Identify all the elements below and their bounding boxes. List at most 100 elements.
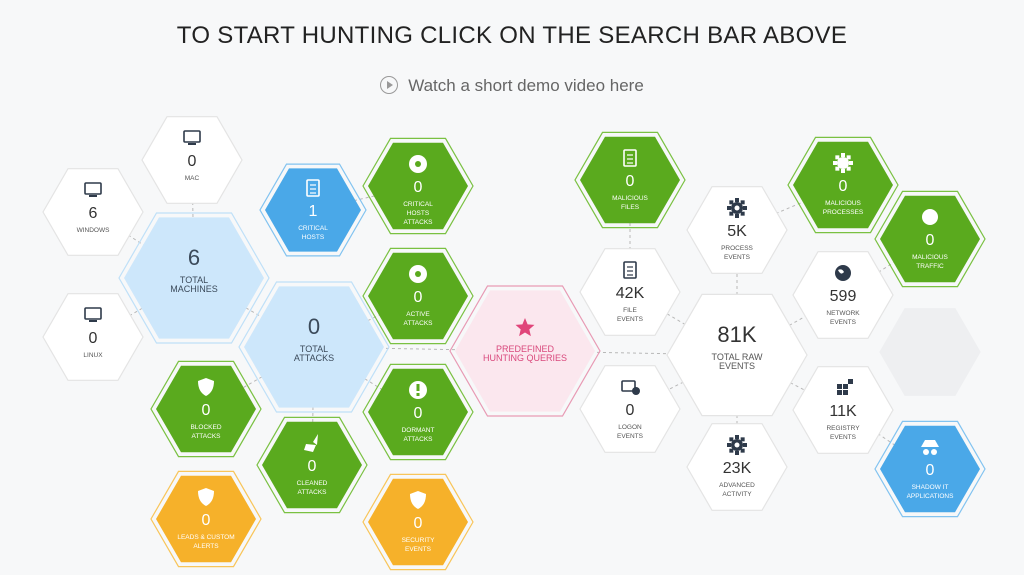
hex-value: 0 [839,178,848,195]
hex-value: 0 [626,173,635,190]
hex-label: NETWORK [826,310,860,317]
hex-value: 6 [89,205,98,222]
globe-icon [922,209,938,225]
hex-value: 0 [414,179,423,196]
hex-value: 6 [188,245,200,270]
hex-value: 0 [926,462,935,479]
hex-value: 0 [202,512,211,529]
hex-label: TRAFFIC [916,263,944,270]
hex-value: 0 [89,330,98,347]
hex-shadow-it[interactable]: 0 SHADOW IT APPLICATIONS [874,420,986,518]
hex-cleaned-attacks[interactable]: 0 CLEANED ATTACKS [256,416,368,514]
hex-label: PROCESS [721,245,753,252]
hex-label: FILES [621,204,640,211]
hex-value: 11K [829,403,857,420]
hex-label: FILE [623,307,637,314]
alert-icon [409,381,427,399]
hex-label: HUNTING QUERIES [483,353,567,363]
hex-label: SHADOW IT [912,484,949,491]
hex-process-events[interactable]: 5K PROCESS EVENTS [686,186,788,274]
hex-label: PROCESSES [823,209,864,216]
hex-malicious-processes[interactable]: 0 MALICIOUS PROCESSES [787,136,899,234]
hex-label: ALERTS [193,543,219,550]
hex-malicious-files[interactable]: 0 MALICIOUS FILES [574,131,686,229]
hex-label: REGISTRY [826,425,860,432]
hex-linux[interactable]: 0 LINUX [42,293,144,381]
hex-label: SECURITY [402,537,436,544]
hex-value: 0 [414,515,423,532]
hex-predefined-queries[interactable]: PREDEFINEDHUNTING QUERIES [449,285,601,417]
hex-blocked-attacks[interactable]: 0 BLOCKED ATTACKS [150,360,262,458]
hex-mac[interactable]: 0 MAC [141,116,243,204]
hex-label: EVENTS [719,361,755,371]
hex-value: 23K [723,460,752,477]
hex-label: ATTACKS [403,219,433,226]
hex-value: 0 [926,232,935,249]
globe-icon [835,265,851,281]
hex-label: EVENTS [617,316,644,323]
hex-value: 0 [202,402,211,419]
hex-advanced-activity[interactable]: 23K ADVANCED ACTIVITY [686,423,788,511]
hex-value: 0 [414,289,423,306]
hex-label: MALICIOUS [912,254,948,261]
hex-label: LOGON [618,424,642,431]
hex-network-events[interactable]: 599 NETWORK EVENTS [792,251,894,339]
hex-label: ACTIVITY [722,491,752,498]
hex-label: MALICIOUS [825,200,861,207]
hex-critical-hosts-attacks[interactable]: 0 CRITICAL HOSTS ATTACKS [362,137,474,235]
hex-label: ATTACKS [294,353,334,363]
hex-dormant-attacks[interactable]: 0 DORMANT ATTACKS [362,363,474,461]
hex-value: 0 [188,153,197,170]
hex-label: ATTACKS [403,436,433,443]
hex-label: CRITICAL [298,225,328,232]
hex-file-events[interactable]: 42K FILE EVENTS [579,248,681,336]
hex-label: EVENTS [617,433,644,440]
hex-label: HOSTS [407,210,430,217]
hex-active-attacks[interactable]: 0 ACTIVE ATTACKS [362,247,474,345]
hex-critical-hosts[interactable]: 1 CRITICAL HOSTS [259,163,367,257]
hex-label: CRITICAL [403,201,433,208]
hex-leads-custom-alerts[interactable]: 0 LEADS & CUSTOM ALERTS [150,470,262,568]
hex-value: 0 [626,402,635,419]
hex-value: 42K [616,285,645,302]
hex-label: APPLICATIONS [907,493,955,500]
hex-security-events[interactable]: 0 SECURITY EVENTS [362,473,474,571]
hex-nodes: 0 MAC 6 WINDOWS 0 LINUX 6TOTALMACHINES 1 CRITICA… [42,116,986,571]
hex-label: EVENTS [724,254,751,261]
hex-label: MAC [185,175,200,182]
hex-label: ATTACKS [403,320,433,327]
hex-value: 1 [309,203,318,220]
hex-label: ADVANCED [719,482,755,489]
hex-label: LINUX [83,352,103,359]
hex-label: EVENTS [830,319,857,326]
hex-label: BLOCKED [190,424,221,431]
gear-icon [833,153,853,173]
hex-label: HOSTS [302,234,325,241]
hex-label: ATTACKS [297,489,327,496]
hex-label: MALICIOUS [612,195,648,202]
hex-value: 81K [717,322,756,347]
hex-label: ACTIVE [406,311,430,318]
gear-icon [727,198,747,218]
hex-label: WINDOWS [77,227,111,234]
hex-total-machines[interactable]: 6TOTALMACHINES [118,212,270,344]
hex-malicious-traffic[interactable]: 0 MALICIOUS TRAFFIC [874,190,986,288]
hex-label: MACHINES [170,284,218,294]
hex-label: EVENTS [405,546,432,553]
hex-value: 5K [727,223,747,240]
hex-label: LEADS & CUSTOM [177,534,234,541]
hex-value: 599 [830,288,857,305]
hex-label: ATTACKS [191,433,221,440]
biohazard-icon [409,265,427,283]
hex-total-raw-events[interactable]: 81KTOTAL RAWEVENTS [666,293,808,417]
hex-label: EVENTS [830,434,857,441]
hex-value: 0 [308,458,317,475]
hex-label: CLEANED [297,480,328,487]
hex-placeholder[interactable] [879,308,981,396]
hex-registry-events[interactable]: 11K REGISTRY EVENTS [792,366,894,454]
hex-logon-events[interactable]: 0 LOGON EVENTS [579,365,681,453]
gears-icon [727,435,747,455]
hex-value: 0 [308,314,320,339]
biohazard-icon [409,155,427,173]
hex-windows[interactable]: 6 WINDOWS [42,168,144,256]
